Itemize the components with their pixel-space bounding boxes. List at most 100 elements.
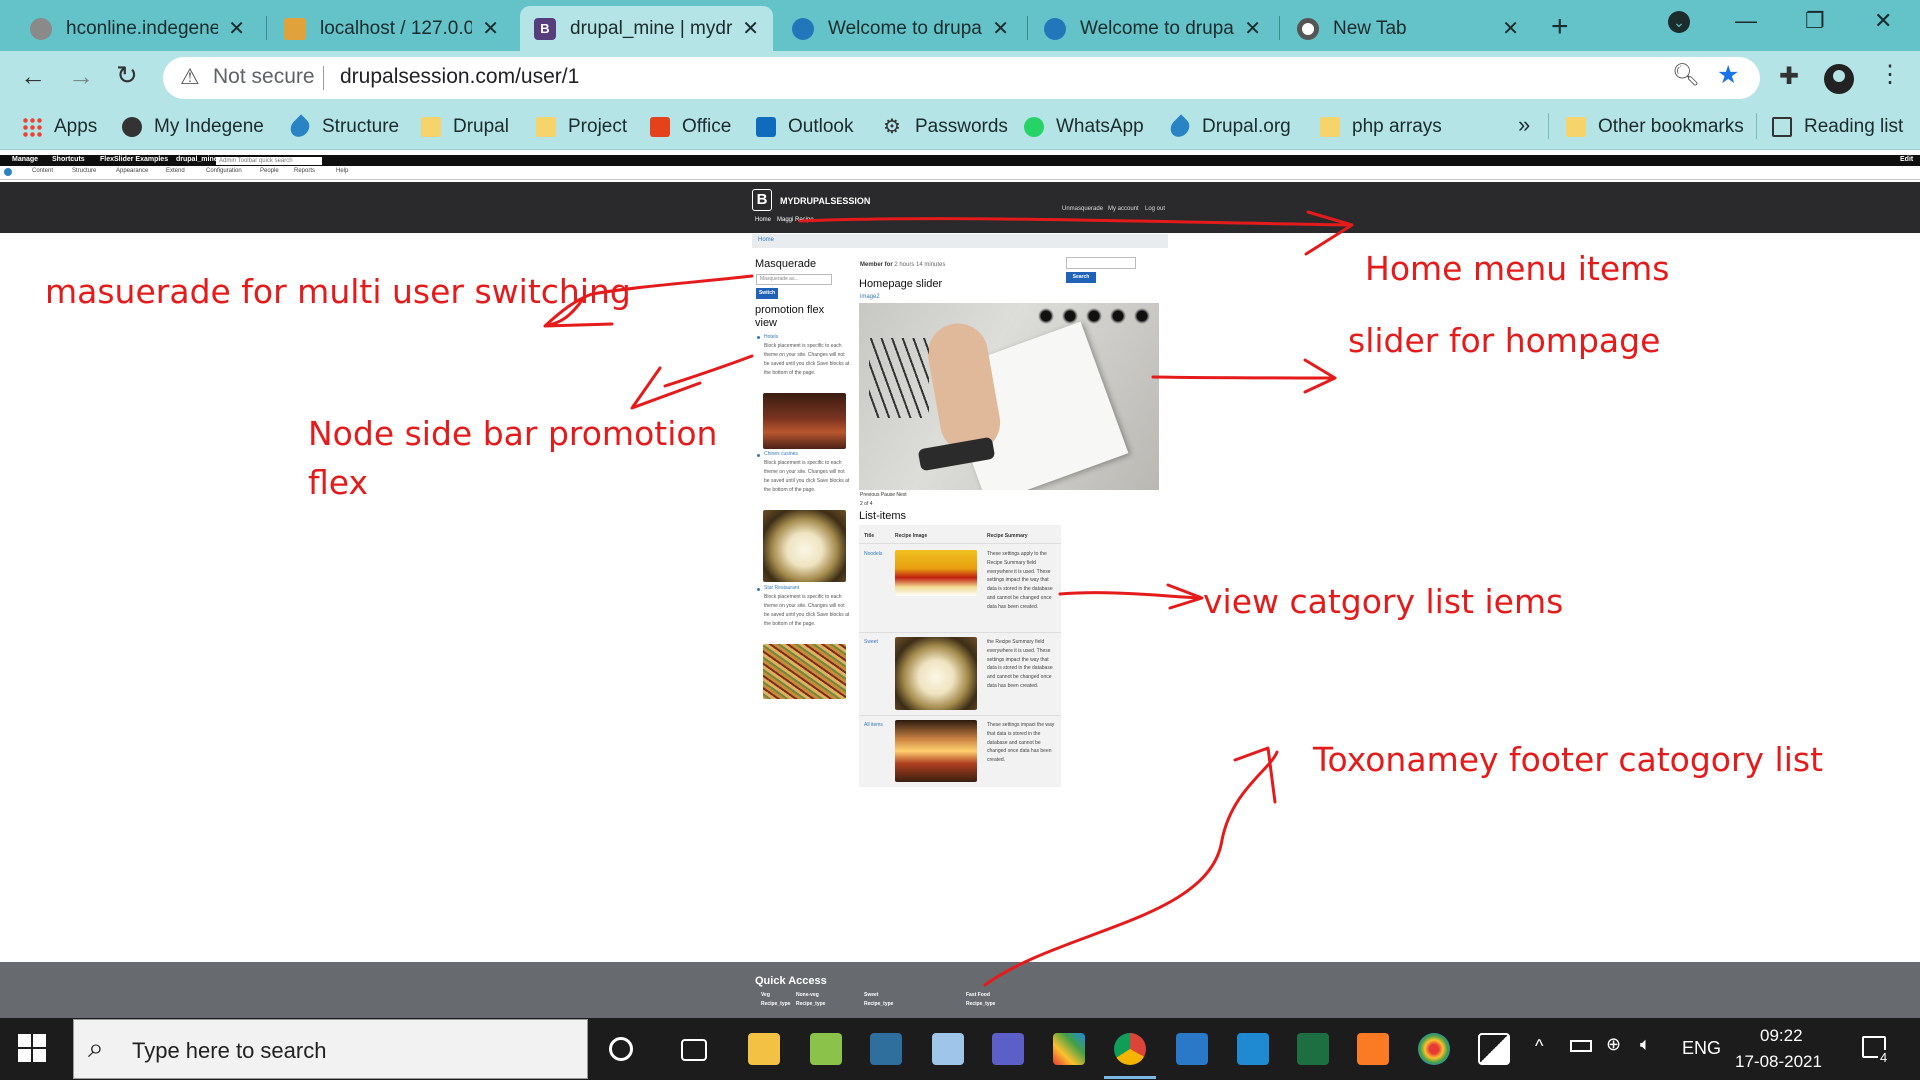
- browser-tab-2[interactable]: localhost / 127.0.0.1 ✕: [270, 6, 513, 51]
- row-title-all-items[interactable]: All items: [864, 721, 886, 730]
- row-title-noodels[interactable]: Noodels: [864, 551, 882, 557]
- reload-button[interactable]: ↻: [116, 60, 138, 91]
- sublime-text-icon[interactable]: [870, 1033, 902, 1065]
- all-items-recipe-image[interactable]: [895, 720, 977, 782]
- main-nav-maggi-recipe[interactable]: Maggi Recipe: [777, 217, 814, 223]
- bookmark-star-icon[interactable]: ★: [1717, 60, 1739, 90]
- window-close-button[interactable]: ✕: [1874, 8, 1892, 34]
- network-globe-icon[interactable]: ⊕: [1606, 1034, 1621, 1055]
- chrome-taskbar-icon[interactable]: [1114, 1033, 1146, 1065]
- admin-quick-search-input[interactable]: Admin Toolbar quick search: [216, 157, 322, 165]
- file-explorer-icon[interactable]: [748, 1033, 780, 1065]
- git-app-icon[interactable]: [1053, 1033, 1085, 1065]
- vscode-icon[interactable]: [1237, 1033, 1269, 1065]
- bookmark-apps[interactable]: Apps: [22, 116, 97, 138]
- admin-site-name[interactable]: drupal_mine: [176, 156, 218, 163]
- windows-start-button[interactable]: [18, 1034, 46, 1062]
- bookmark-passwords[interactable]: ⚙ Passwords: [883, 116, 1008, 138]
- teams-icon[interactable]: [992, 1033, 1024, 1065]
- security-label[interactable]: Not secure: [213, 65, 315, 89]
- admin-shortcuts[interactable]: Shortcuts: [52, 156, 85, 163]
- new-tab-button[interactable]: +: [1551, 10, 1569, 44]
- cortana-icon[interactable]: [609, 1037, 633, 1061]
- forward-button[interactable]: →: [68, 61, 94, 92]
- photos-icon[interactable]: [1478, 1033, 1510, 1065]
- show-hidden-icons-icon[interactable]: ^: [1535, 1036, 1543, 1057]
- browser-tab-1[interactable]: hconline.indegene.c ✕: [16, 6, 259, 51]
- task-view-icon[interactable]: [681, 1039, 707, 1061]
- kebab-menu-icon[interactable]: ⋮: [1878, 60, 1902, 89]
- language-indicator[interactable]: ENG: [1682, 1038, 1721, 1059]
- bookmark-whatsapp[interactable]: WhatsApp: [1024, 116, 1144, 138]
- clock-date[interactable]: 17-08-2021: [1735, 1052, 1822, 1072]
- minimize-button[interactable]: —: [1735, 8, 1757, 34]
- admin-edit[interactable]: Edit: [1900, 156, 1913, 163]
- dumpling-soup-image[interactable]: [763, 510, 846, 582]
- tray-content[interactable]: Content: [32, 168, 53, 174]
- zoom-icon[interactable]: 🔍︎: [1672, 62, 1700, 88]
- slider-controls[interactable]: Previous Pause Next: [860, 492, 907, 498]
- footer-category-none-veg[interactable]: None-veg: [796, 992, 819, 998]
- tray-extend[interactable]: Extend: [166, 168, 185, 174]
- tray-people[interactable]: People: [260, 168, 279, 174]
- close-icon[interactable]: ✕: [992, 16, 1009, 41]
- close-icon[interactable]: ✕: [742, 16, 759, 41]
- xampp-icon[interactable]: [1357, 1033, 1389, 1065]
- admin-manage[interactable]: Manage: [12, 156, 38, 163]
- search-button[interactable]: Search: [1066, 272, 1096, 283]
- restaurant-image[interactable]: [763, 393, 846, 449]
- admin-home-icon[interactable]: [4, 168, 12, 176]
- tray-configuration[interactable]: Configuration: [206, 168, 242, 174]
- virtualbox-icon[interactable]: [1176, 1033, 1208, 1065]
- account-nav-log-out[interactable]: Log out: [1145, 206, 1165, 212]
- close-icon[interactable]: ✕: [228, 16, 245, 41]
- reading-list-button[interactable]: Reading list: [1772, 116, 1903, 138]
- browser-tab-5[interactable]: Welcome to drupal ✕: [1030, 6, 1275, 51]
- bookmark-other-bookmarks[interactable]: Other bookmarks: [1566, 116, 1744, 138]
- close-icon[interactable]: ✕: [482, 16, 499, 41]
- homepage-slider-image[interactable]: [859, 303, 1159, 490]
- bookmark-php-arrays[interactable]: php arrays: [1320, 116, 1442, 138]
- browser-tab-4[interactable]: Welcome to drupals ✕: [778, 6, 1023, 51]
- bookmark-drupal[interactable]: Drupal: [421, 116, 509, 138]
- tray-appearance[interactable]: Appearance: [116, 168, 148, 174]
- paint-icon[interactable]: [1418, 1033, 1450, 1065]
- tray-structure[interactable]: Structure: [72, 168, 96, 174]
- bookmarks-overflow-button[interactable]: »: [1518, 112, 1530, 138]
- site-logo[interactable]: B: [752, 189, 772, 211]
- sweet-recipe-image[interactable]: [895, 637, 977, 710]
- noodles-recipe-image[interactable]: [895, 550, 977, 596]
- breadcrumb[interactable]: Home: [752, 234, 1168, 248]
- row-title-sweet[interactable]: Sweet: [864, 639, 878, 645]
- main-nav-home[interactable]: Home: [755, 217, 771, 223]
- notepad-plus-plus-icon[interactable]: [810, 1033, 842, 1065]
- notes-app-icon[interactable]: [932, 1033, 964, 1065]
- admin-flexslider[interactable]: FlexSlider Examples: [100, 156, 168, 163]
- site-name[interactable]: MYDRUPALSESSION: [780, 196, 870, 206]
- footer-category-veg[interactable]: Veg: [761, 992, 770, 998]
- promotion-link-chines-cusines[interactable]: Chines cusines: [764, 451, 798, 457]
- switch-button[interactable]: Switch: [756, 288, 778, 299]
- battery-icon[interactable]: [1570, 1040, 1592, 1052]
- masquerade-input[interactable]: Masquerade as...: [756, 274, 832, 285]
- bookmark-office[interactable]: Office: [650, 116, 731, 138]
- bookmark-outlook[interactable]: Outlook: [756, 116, 853, 138]
- extensions-puzzle-icon[interactable]: ✚: [1779, 62, 1799, 91]
- footer-category-sweet[interactable]: Sweet: [864, 992, 878, 998]
- bookmark-project[interactable]: Project: [536, 116, 627, 138]
- close-icon[interactable]: ✕: [1244, 16, 1261, 41]
- profile-avatar-icon[interactable]: [1824, 64, 1854, 94]
- bookmark-structure[interactable]: Structure: [286, 113, 399, 141]
- browser-tab-6[interactable]: New Tab ✕: [1283, 6, 1533, 51]
- bookmark-drupal-org[interactable]: Drupal.org: [1166, 113, 1291, 141]
- account-nav-unmasquerade[interactable]: Unmasquerade: [1062, 206, 1103, 212]
- close-icon[interactable]: ✕: [1502, 16, 1519, 41]
- excel-icon[interactable]: [1297, 1033, 1329, 1065]
- bookmark-my-indegene[interactable]: My Indegene: [122, 116, 264, 138]
- browser-tab-3[interactable]: B drupal_mine | mydr ✕: [520, 6, 773, 51]
- tray-help[interactable]: Help: [336, 168, 348, 174]
- back-button[interactable]: ←: [20, 61, 46, 92]
- warning-icon[interactable]: ⚠: [180, 64, 200, 90]
- search-input[interactable]: [1066, 257, 1136, 269]
- url-text[interactable]: drupalsession.com/user/1: [340, 65, 579, 89]
